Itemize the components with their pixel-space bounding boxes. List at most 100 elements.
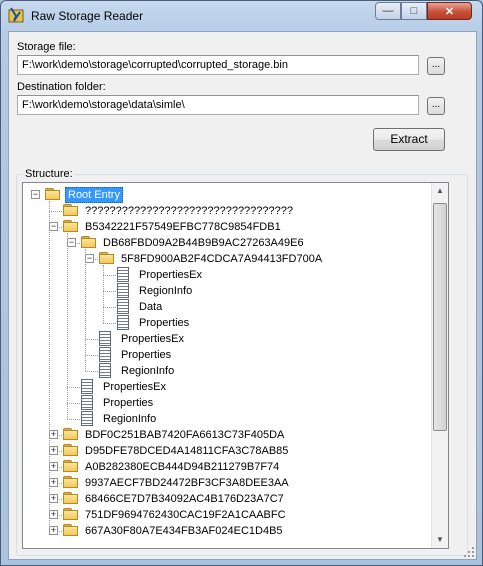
folder-icon <box>63 492 79 505</box>
tree-connector <box>85 371 98 372</box>
folder-icon <box>45 188 61 201</box>
expand-icon[interactable]: + <box>49 478 58 487</box>
tree-node-label[interactable]: PropertiesEx <box>137 268 204 282</box>
tree-node-label[interactable]: Data <box>137 300 164 314</box>
close-button[interactable]: ✕ <box>427 2 472 20</box>
tree-connector <box>85 339 98 340</box>
tree-node-label[interactable]: Properties <box>119 348 173 362</box>
tree-node[interactable]: RegionInfo <box>23 283 428 299</box>
stream-icon <box>81 395 93 410</box>
folder-icon <box>99 252 115 265</box>
scroll-up-button[interactable]: ▲ <box>433 183 447 199</box>
tree-node-label[interactable]: 9937AECF7BD24472BF3CF3A8DEE3AA <box>83 476 291 490</box>
folder-icon <box>63 220 79 233</box>
extract-button[interactable]: Extract <box>373 128 445 151</box>
tree-node[interactable]: Properties <box>23 347 428 363</box>
tree-node-label[interactable]: RegionInfo <box>137 284 194 298</box>
expand-icon[interactable]: + <box>49 446 58 455</box>
tree-node-label[interactable]: PropertiesEx <box>101 380 168 394</box>
tree-node[interactable]: − Root Entry <box>23 187 428 203</box>
tree-node[interactable]: +9937AECF7BD24472BF3CF3A8DEE3AA <box>23 475 428 491</box>
expand-icon[interactable]: + <box>49 526 58 535</box>
tree-node-label[interactable]: RegionInfo <box>119 364 176 378</box>
scroll-down-button[interactable]: ▼ <box>433 532 447 548</box>
vertical-scrollbar[interactable]: ▲ ▼ <box>431 183 448 548</box>
tree-node-label[interactable]: DB68FBD09A2B44B9B9AC27263A49E6 <box>101 236 306 250</box>
resize-grip-icon[interactable] <box>462 545 476 559</box>
tree-node-label[interactable]: 5F8FD900AB2F4CDCA7A94413FD700A <box>119 252 324 266</box>
folder-icon <box>63 524 79 537</box>
maximize-button[interactable]: □ <box>401 2 427 20</box>
scroll-thumb[interactable] <box>433 203 447 431</box>
maximize-icon: □ <box>410 5 418 17</box>
tree-node-label[interactable]: BDF0C251BAB7420FA6613C73F405DA <box>83 428 286 442</box>
tree-connector <box>103 275 116 276</box>
tree-node[interactable]: + D95DFE78DCED4A14811CFA3C78AB85 <box>23 443 428 459</box>
structure-tree[interactable]: − Root Entry?????????????????????????????… <box>22 182 449 549</box>
collapse-icon[interactable]: − <box>31 190 40 199</box>
tree-connector <box>103 307 116 308</box>
tree-node-label[interactable]: Properties <box>101 396 155 410</box>
tree-node[interactable]: − B5342221F57549EFBC778C9854FDB1 <box>23 219 428 235</box>
tree-node-label[interactable]: 751DF9694762430CAC19F2A1CAABFC <box>83 508 288 522</box>
tree-node-label[interactable]: RegionInfo <box>101 412 158 426</box>
minimize-button[interactable]: — <box>375 2 401 20</box>
collapse-icon[interactable]: − <box>85 254 94 263</box>
tree-node-label[interactable]: 68466CE7D7B34092AC4B176D23A7C7 <box>83 492 286 506</box>
tree-connector <box>103 291 116 292</box>
stream-icon <box>81 411 93 426</box>
tree-connector <box>67 403 80 404</box>
tree-node[interactable]: PropertiesEx <box>23 331 428 347</box>
stream-icon <box>99 331 111 346</box>
tree-node-label[interactable]: PropertiesEx <box>119 332 186 346</box>
tree-node[interactable]: − 5F8FD900AB2F4CDCA7A94413FD700A <box>23 251 428 267</box>
tree-node[interactable]: PropertiesEx <box>23 379 428 395</box>
browse-storage-button[interactable]: ... <box>427 57 445 75</box>
tree-node-label[interactable]: Properties <box>137 316 191 330</box>
close-icon: ✕ <box>444 5 455 18</box>
tree-node[interactable]: RegionInfo <box>23 411 428 427</box>
storage-file-label: Storage file: <box>17 41 76 53</box>
tree-node[interactable]: − DB68FBD09A2B44B9B9AC27263A49E6 <box>23 235 428 251</box>
tree-node[interactable]: + BDF0C251BAB7420FA6613C73F405DA <box>23 427 428 443</box>
tree-node[interactable]: PropertiesEx <box>23 267 428 283</box>
expand-icon[interactable]: + <box>49 462 58 471</box>
expand-icon[interactable]: + <box>49 510 58 519</box>
tree-node[interactable]: + A0B282380ECB444D94B211279B7F74 <box>23 459 428 475</box>
app-icon <box>8 7 24 23</box>
tree-node-label[interactable]: A0B282380ECB444D94B211279B7F74 <box>83 460 281 474</box>
collapse-icon[interactable]: − <box>67 238 76 247</box>
stream-icon <box>99 363 111 378</box>
tree-node[interactable]: RegionInfo <box>23 363 428 379</box>
stream-icon <box>117 283 129 298</box>
expand-icon[interactable]: + <box>49 494 58 503</box>
structure-label: Structure: <box>23 168 75 180</box>
tree-node-label[interactable]: B5342221F57549EFBC778C9854FDB1 <box>83 220 283 234</box>
stream-icon <box>99 347 111 362</box>
tree-connector <box>103 323 116 324</box>
tree-node[interactable]: +68466CE7D7B34092AC4B176D23A7C7 <box>23 491 428 507</box>
tree-node-label[interactable]: ?????????????????????????????????? <box>83 204 295 218</box>
tree-node[interactable]: +751DF9694762430CAC19F2A1CAABFC <box>23 507 428 523</box>
tree-node-label[interactable]: 667A30F80A7E434FB3AF024EC1D4B5 <box>83 524 285 538</box>
title-bar[interactable]: Raw Storage Reader — □ ✕ <box>1 1 482 31</box>
tree-node[interactable]: Data <box>23 299 428 315</box>
folder-icon <box>63 460 79 473</box>
expand-icon[interactable]: + <box>49 430 58 439</box>
tree-guide-line <box>67 233 68 419</box>
stream-icon <box>117 267 129 282</box>
tree-connector <box>67 387 80 388</box>
destination-folder-input[interactable]: F:\work\demo\storage\data\simle\ <box>17 95 419 115</box>
tree-guide-line <box>85 249 86 371</box>
tree-guide-line <box>49 201 50 531</box>
browse-destination-button[interactable]: ... <box>427 97 445 115</box>
tree-node[interactable]: Properties <box>23 315 428 331</box>
collapse-icon[interactable]: − <box>49 222 58 231</box>
tree-node[interactable]: ?????????????????????????????????? <box>23 203 428 219</box>
tree-node[interactable]: +667A30F80A7E434FB3AF024EC1D4B5 <box>23 523 428 539</box>
tree-node[interactable]: Properties <box>23 395 428 411</box>
tree-node-label[interactable]: Root Entry <box>65 187 123 203</box>
tree-connector <box>49 211 62 212</box>
storage-file-input[interactable]: F:\work\demo\storage\corrupted\corrupted… <box>17 55 419 75</box>
tree-node-label[interactable]: D95DFE78DCED4A14811CFA3C78AB85 <box>83 444 290 458</box>
